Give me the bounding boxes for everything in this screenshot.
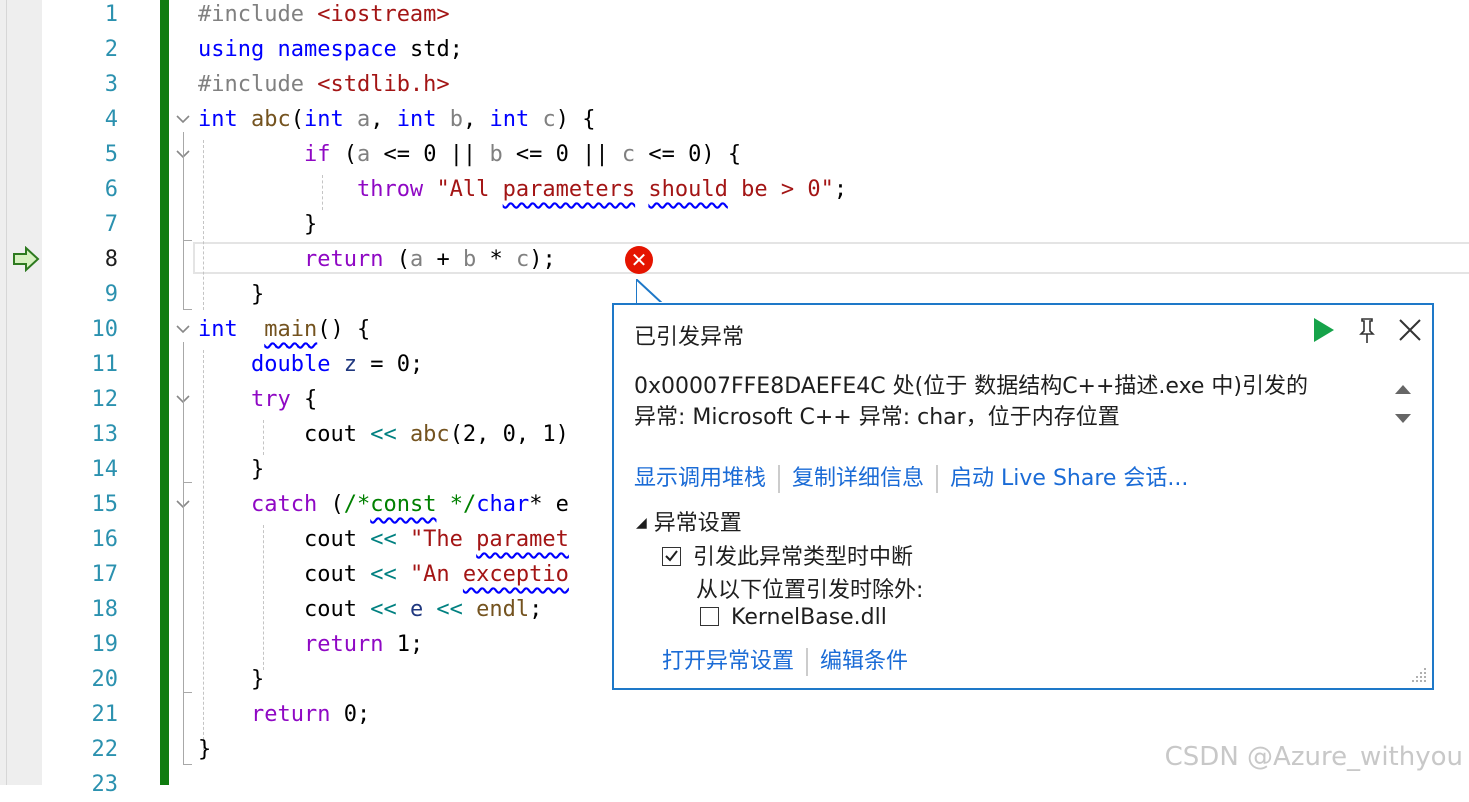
line-number: 14 [91, 457, 119, 482]
copy-details-link[interactable]: 复制详细信息 [792, 466, 924, 491]
popup-bottom-links: 打开异常设置 编辑条件 [662, 643, 908, 676]
line-number: 22 [91, 737, 119, 762]
line-number: 5 [104, 142, 118, 167]
code-line-13[interactable]: cout << abc(2, 0, 1) [198, 417, 569, 452]
code-line-19[interactable]: return 1; [198, 627, 423, 662]
watermark: CSDN @Azure_withyou [1164, 742, 1463, 772]
exception-helper-popup: 已引发异常 0x00007FFE8DAEFE4C 处(位于 数据结构C++描述.… [612, 303, 1434, 690]
fold-region-line [183, 764, 192, 765]
code-line-2[interactable]: using namespace std; [198, 32, 463, 67]
line-number: 13 [91, 422, 119, 447]
fold-region-line [183, 342, 184, 765]
exception-message-line2: 异常: Microsoft C++ 异常: char，位于内存位置 [634, 405, 1120, 430]
kernelbase-label: KernelBase.dll [731, 605, 887, 630]
code-line-7[interactable]: } [198, 207, 317, 242]
code-line-22[interactable]: } [198, 732, 211, 767]
line-number: 11 [91, 352, 119, 377]
code-line-1[interactable]: #include <iostream> [198, 0, 450, 32]
line-number: 1 [104, 2, 118, 27]
line-number: 19 [91, 632, 119, 657]
code-line-16[interactable]: cout << "The paramet [198, 522, 569, 557]
fold-chevron-icon[interactable] [174, 112, 192, 126]
except-when-label: 从以下位置引发时除外: [696, 578, 924, 603]
code-line-14[interactable]: } [198, 452, 264, 487]
line-number: 12 [91, 387, 119, 412]
pin-icon[interactable] [1352, 315, 1382, 345]
line-number: 3 [104, 72, 118, 97]
code-line-3[interactable]: #include <stdlib.h> [198, 67, 450, 102]
code-line-6[interactable]: throw "All parameters should be > 0"; [198, 172, 847, 207]
fold-region-line [183, 240, 192, 241]
exception-message: 0x00007FFE8DAEFE4C 处(位于 数据结构C++描述.exe 中)… [634, 371, 1374, 433]
close-icon[interactable] [1395, 315, 1425, 345]
code-line-20[interactable]: } [198, 662, 264, 697]
kernelbase-checkbox[interactable] [700, 607, 719, 626]
break-on-exception-checkbox[interactable] [662, 547, 681, 566]
line-number: 8 [104, 247, 118, 272]
line-number: 6 [104, 177, 118, 202]
code-line-17[interactable]: cout << "An exceptio [198, 557, 569, 592]
code-line-11[interactable]: double z = 0; [198, 347, 423, 382]
line-number: 10 [91, 317, 119, 342]
code-line-4[interactable]: int abc(int a, int b, int c) { [198, 102, 596, 137]
margin-edge [6, 0, 7, 785]
popup-title: 已引发异常 [634, 325, 745, 350]
start-live-share-link[interactable]: 启动 Live Share 会话... [950, 466, 1188, 491]
collapse-triangle-icon[interactable]: ◢ [636, 515, 647, 531]
module-exception-row[interactable]: KernelBase.dll [700, 605, 887, 630]
code-line-9[interactable]: } [198, 277, 264, 312]
code-line-5[interactable]: if (a <= 0 || b <= 0 || c <= 0) { [198, 137, 741, 172]
break-on-exception-label: 引发此异常类型时中断 [693, 545, 914, 570]
fold-region-line [183, 692, 192, 693]
code-line-12[interactable]: try { [198, 382, 317, 417]
break-on-exception-row[interactable]: 引发此异常类型时中断 [662, 539, 913, 571]
error-glyph-icon[interactable]: ✕ [625, 246, 653, 274]
play-icon[interactable] [1308, 315, 1338, 345]
line-number: 17 [91, 562, 119, 587]
link-separator [778, 465, 781, 493]
scroll-down-icon[interactable] [1394, 413, 1412, 425]
line-number: 15 [91, 492, 119, 517]
resize-grip-icon[interactable] [1410, 666, 1428, 684]
code-line-18[interactable]: cout << e << endl; [198, 592, 542, 627]
line-number: 4 [104, 107, 118, 132]
link-separator [936, 465, 939, 493]
checkmark-icon [665, 550, 678, 562]
exception-settings-header[interactable]: ◢ 异常设置 [636, 505, 742, 537]
line-number: 16 [91, 527, 119, 552]
open-exception-settings-link[interactable]: 打开异常设置 [662, 649, 794, 674]
line-number: 2 [104, 37, 118, 62]
link-separator [806, 648, 809, 676]
code-line-21[interactable]: return 0; [198, 697, 370, 732]
show-call-stack-link[interactable]: 显示调用堆栈 [634, 466, 766, 491]
popup-pointer [636, 279, 666, 305]
code-line-10[interactable]: int main() { [198, 312, 370, 347]
fold-region-line [183, 132, 184, 310]
fold-region-line [183, 482, 192, 483]
scroll-up-icon[interactable] [1394, 383, 1412, 395]
line-number: 21 [91, 702, 119, 727]
exception-message-line1: 0x00007FFE8DAEFE4C 处(位于 数据结构C++描述.exe 中)… [634, 374, 1309, 399]
line-number: 18 [91, 597, 119, 622]
code-line-8[interactable]: return (a + b * c); [198, 242, 556, 277]
line-number: 20 [91, 667, 119, 692]
next-statement-arrow-icon [13, 246, 40, 272]
glyph-margin[interactable] [0, 0, 42, 785]
code-line-15[interactable]: catch (/*const */char* e [198, 487, 569, 522]
edit-conditions-link[interactable]: 编辑条件 [820, 649, 908, 674]
change-tracking-bar [160, 0, 169, 785]
fold-region-line [183, 309, 192, 310]
line-number: 9 [104, 282, 118, 307]
exception-settings-label: 异常设置 [653, 511, 742, 536]
fold-chevron-icon[interactable] [174, 322, 192, 336]
popup-action-links: 显示调用堆栈 复制详细信息 启动 Live Share 会话... [634, 460, 1188, 493]
line-number: 7 [104, 212, 118, 237]
